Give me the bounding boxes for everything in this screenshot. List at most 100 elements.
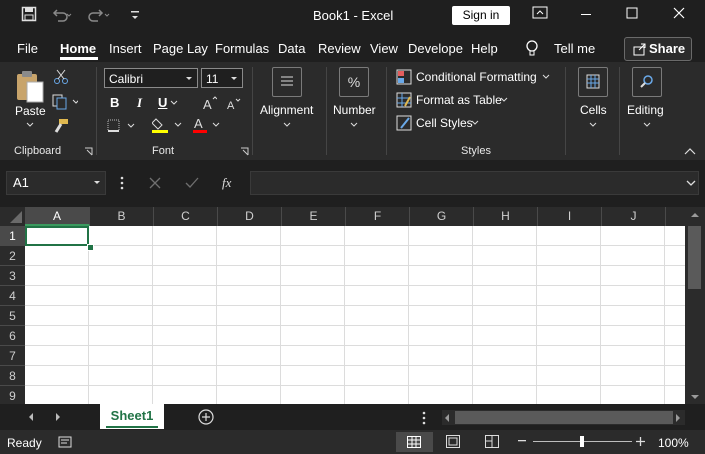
column-header[interactable]: J bbox=[602, 207, 666, 226]
tab-developer[interactable]: Develope bbox=[408, 41, 463, 56]
paste-icon[interactable] bbox=[14, 70, 46, 104]
zoom-slider-thumb[interactable] bbox=[580, 436, 584, 447]
row-header[interactable]: 5 bbox=[0, 306, 25, 326]
row-header[interactable]: 9 bbox=[0, 386, 25, 404]
fill-color-icon[interactable] bbox=[152, 117, 184, 134]
row-header[interactable]: 6 bbox=[0, 326, 25, 346]
zoom-out-icon[interactable] bbox=[518, 440, 526, 442]
close-icon[interactable] bbox=[672, 6, 692, 20]
expand-formula-bar-icon[interactable] bbox=[686, 179, 696, 187]
row-header[interactable]: 2 bbox=[0, 246, 25, 266]
bold-button[interactable]: B bbox=[110, 95, 119, 110]
active-cell[interactable] bbox=[25, 226, 89, 246]
editing-button[interactable]: Editing bbox=[627, 103, 664, 117]
paste-dropdown-icon[interactable] bbox=[26, 122, 34, 128]
zoom-in-icon[interactable] bbox=[636, 437, 645, 446]
fill-handle[interactable] bbox=[87, 244, 94, 251]
scroll-right-icon[interactable] bbox=[675, 413, 681, 423]
tab-help[interactable]: Help bbox=[471, 41, 498, 56]
italic-button[interactable]: I bbox=[137, 95, 142, 111]
scroll-thumb[interactable] bbox=[688, 226, 701, 289]
normal-view-button[interactable] bbox=[396, 432, 433, 452]
tell-me-search[interactable]: Tell me bbox=[554, 41, 595, 56]
confirm-entry-icon[interactable] bbox=[185, 177, 199, 189]
alignment-icon[interactable] bbox=[272, 67, 302, 97]
formula-input[interactable] bbox=[250, 171, 699, 195]
scroll-down-icon[interactable] bbox=[690, 394, 700, 400]
horizontal-scroll-thumb[interactable] bbox=[455, 411, 673, 424]
scroll-sheets-left-icon[interactable] bbox=[27, 412, 35, 422]
customize-toolbar-icon[interactable] bbox=[130, 8, 140, 22]
row-header[interactable]: 8 bbox=[0, 366, 25, 386]
row-header[interactable]: 7 bbox=[0, 346, 25, 366]
column-header[interactable]: B bbox=[90, 207, 154, 226]
scroll-up-icon[interactable] bbox=[690, 212, 700, 218]
select-all-button[interactable] bbox=[0, 207, 25, 226]
column-header[interactable]: E bbox=[282, 207, 346, 226]
clipboard-launcher-icon[interactable] bbox=[84, 147, 93, 156]
cells-icon[interactable] bbox=[578, 67, 608, 97]
tab-insert[interactable]: Insert bbox=[109, 41, 142, 56]
maximize-icon[interactable] bbox=[625, 6, 645, 20]
font-launcher-icon[interactable] bbox=[240, 147, 249, 156]
accessibility-icon[interactable] bbox=[58, 436, 72, 448]
page-break-preview-icon[interactable] bbox=[485, 435, 499, 448]
name-box[interactable]: A1 bbox=[6, 171, 106, 195]
cells-button[interactable]: Cells bbox=[580, 103, 607, 117]
column-header[interactable]: D bbox=[218, 207, 282, 226]
copy-icon[interactable] bbox=[52, 94, 78, 110]
format-painter-icon[interactable] bbox=[53, 118, 69, 134]
column-header[interactable]: H bbox=[474, 207, 538, 226]
borders-icon[interactable] bbox=[107, 119, 137, 133]
row-header[interactable]: 1 bbox=[0, 226, 25, 246]
column-header[interactable]: A bbox=[25, 207, 90, 226]
underline-button[interactable]: U bbox=[158, 95, 167, 110]
find-icon[interactable] bbox=[632, 67, 662, 97]
cell-styles-button[interactable]: Cell Styles bbox=[416, 116, 473, 130]
scroll-sheets-right-icon[interactable] bbox=[54, 412, 62, 422]
tab-formulas[interactable]: Formulas bbox=[215, 41, 269, 56]
decrease-font-size-icon[interactable]: A bbox=[227, 98, 241, 110]
tab-data[interactable]: Data bbox=[278, 41, 305, 56]
undo-icon[interactable] bbox=[50, 7, 72, 23]
scroll-left-icon[interactable] bbox=[444, 413, 450, 423]
redo-icon[interactable] bbox=[88, 7, 110, 23]
paste-button[interactable]: Paste bbox=[15, 104, 46, 118]
row-header[interactable]: 4 bbox=[0, 286, 25, 306]
more-options-icon[interactable] bbox=[120, 176, 124, 190]
alignment-button[interactable]: Alignment bbox=[260, 103, 313, 117]
tab-home[interactable]: Home bbox=[60, 41, 96, 56]
underline-dropdown-icon[interactable] bbox=[170, 100, 178, 106]
column-header[interactable]: C bbox=[154, 207, 218, 226]
share-button[interactable]: Share bbox=[624, 37, 692, 61]
tab-review[interactable]: Review bbox=[318, 41, 361, 56]
conditional-formatting-button[interactable]: Conditional Formatting bbox=[416, 70, 537, 84]
cut-icon[interactable] bbox=[53, 69, 69, 85]
lightbulb-icon[interactable] bbox=[525, 39, 539, 57]
add-sheet-icon[interactable] bbox=[198, 409, 214, 425]
increase-font-size-icon[interactable]: A bbox=[203, 96, 217, 110]
ribbon-display-options-icon[interactable] bbox=[532, 6, 552, 20]
cancel-entry-icon[interactable] bbox=[149, 177, 161, 189]
vertical-scrollbar[interactable] bbox=[685, 207, 705, 404]
font-size-select[interactable]: 11 bbox=[201, 68, 243, 88]
cell-grid[interactable] bbox=[25, 226, 685, 404]
font-color-icon[interactable]: A bbox=[193, 116, 223, 134]
column-header[interactable]: F bbox=[346, 207, 410, 226]
collapse-ribbon-icon[interactable] bbox=[684, 148, 696, 156]
zoom-level[interactable]: 100% bbox=[658, 436, 689, 450]
tab-view[interactable]: View bbox=[370, 41, 398, 56]
tab-options-icon[interactable] bbox=[422, 411, 426, 425]
insert-function-button[interactable]: fx bbox=[222, 175, 231, 191]
percent-icon[interactable]: % bbox=[339, 67, 369, 97]
column-header[interactable]: G bbox=[410, 207, 474, 226]
tab-page-layout[interactable]: Page Lay bbox=[153, 41, 208, 56]
save-icon[interactable] bbox=[21, 6, 37, 22]
minimize-icon[interactable] bbox=[579, 4, 599, 20]
font-name-select[interactable]: Calibri bbox=[104, 68, 198, 88]
page-layout-view-icon[interactable] bbox=[446, 435, 460, 448]
row-header[interactable]: 3 bbox=[0, 266, 25, 286]
tab-file[interactable]: File bbox=[17, 41, 38, 56]
format-as-table-button[interactable]: Format as Table bbox=[416, 93, 502, 107]
sign-in-button[interactable]: Sign in bbox=[452, 6, 510, 25]
